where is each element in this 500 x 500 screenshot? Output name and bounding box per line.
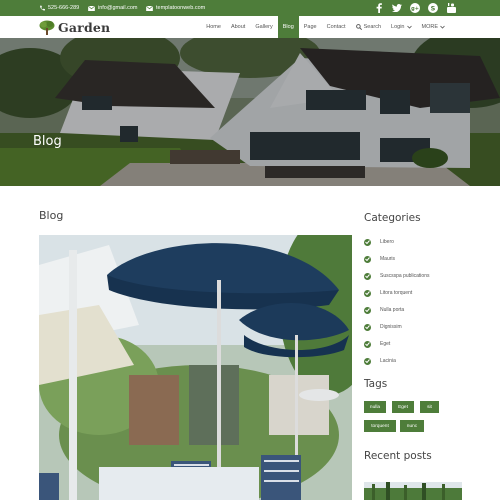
category-label: Suscsspa publications xyxy=(380,273,430,279)
check-icon xyxy=(364,357,371,365)
check-icon xyxy=(364,306,371,314)
google-plus-icon[interactable]: g+ xyxy=(410,3,420,13)
chevron-down-icon xyxy=(406,25,412,29)
category-label: Dignissim xyxy=(380,324,402,330)
nav-label: Search xyxy=(363,24,382,30)
nav-label: MORE xyxy=(421,24,439,30)
main-navbar: Garden Home About Gallery Blog Page Cont… xyxy=(0,16,500,39)
recent-post-image xyxy=(364,482,462,500)
svg-text:g+: g+ xyxy=(411,6,419,12)
category-label: Eget xyxy=(380,341,391,347)
skype-icon[interactable]: S xyxy=(428,3,438,13)
envelope-icon xyxy=(88,5,95,11)
recent-post-thumbnail[interactable] xyxy=(364,482,462,500)
youtube-icon[interactable] xyxy=(446,3,456,13)
tags-title: Tags xyxy=(364,378,388,390)
nav-more[interactable]: MORE xyxy=(417,16,451,38)
twitter-icon[interactable] xyxy=(392,3,402,13)
logo-text: Garden xyxy=(58,19,111,35)
nav-login[interactable]: Login xyxy=(386,16,416,38)
phone-text: 525-666-289 xyxy=(48,5,80,11)
category-item[interactable]: Suscsspa publications xyxy=(364,271,429,281)
tag-button[interactable]: Eget xyxy=(392,401,414,413)
blog-post-image[interactable] xyxy=(39,235,352,500)
hero-house-image xyxy=(0,38,500,186)
check-icon xyxy=(364,272,371,280)
check-icon xyxy=(364,238,371,246)
check-icon xyxy=(364,289,371,297)
nav-contact[interactable]: Contact xyxy=(322,16,351,38)
chevron-down-icon xyxy=(440,25,445,29)
phone-contact: 525-666-289 xyxy=(39,0,79,16)
nav-blog[interactable]: Blog xyxy=(277,16,299,38)
top-contact-bar: 525-666-289 info@gmail.com templatoonweb… xyxy=(0,0,500,16)
category-item[interactable]: Lacinia xyxy=(364,356,396,366)
nav-label: Home xyxy=(206,24,221,30)
phone-icon xyxy=(40,5,45,11)
nav-page[interactable]: Page xyxy=(299,16,322,38)
category-label: Lacinia xyxy=(380,358,396,364)
nav-label: Blog xyxy=(282,24,294,30)
email-text: info@gmail.com xyxy=(98,5,138,11)
website-text: templatoonweb.com xyxy=(156,5,206,11)
nav-label: Page xyxy=(303,24,317,30)
category-label: Nulla porta xyxy=(380,307,405,313)
nav-search[interactable]: Search xyxy=(351,16,386,38)
category-label: Libero xyxy=(380,239,394,245)
nav-label: About xyxy=(230,24,246,30)
check-icon xyxy=(364,323,371,331)
nav-home[interactable]: Home xyxy=(201,16,226,38)
nav-gallery[interactable]: Gallery xyxy=(250,16,277,38)
tree-logo-icon xyxy=(39,20,55,35)
envelope-icon xyxy=(146,5,153,11)
check-icon xyxy=(364,255,371,263)
hero-banner: Blog xyxy=(0,38,500,186)
categories-title: Categories xyxy=(364,212,421,224)
recent-posts-title: Recent posts xyxy=(364,450,432,462)
svg-text:S: S xyxy=(431,4,436,12)
nav-label: Login xyxy=(391,24,405,30)
site-logo[interactable]: Garden xyxy=(39,19,110,35)
category-label: Mauris xyxy=(380,256,396,262)
category-item[interactable]: Dignissim xyxy=(364,322,402,332)
hero-title: Blog xyxy=(33,134,62,149)
category-item[interactable]: Libero xyxy=(364,237,394,247)
tag-button[interactable]: torquent xyxy=(364,420,396,432)
category-item[interactable]: Mauris xyxy=(364,254,395,264)
category-item[interactable]: Nulla porta xyxy=(364,305,404,315)
tag-button[interactable]: nunc xyxy=(400,420,424,432)
category-label: Litora torquent xyxy=(380,290,413,296)
nav-label: Gallery xyxy=(255,24,273,30)
tag-button[interactable]: sit xyxy=(420,401,439,413)
website-contact[interactable]: templatoonweb.com xyxy=(146,0,205,16)
email-contact[interactable]: info@gmail.com xyxy=(88,0,138,16)
page-title: Blog xyxy=(39,209,64,222)
check-icon xyxy=(364,340,371,348)
patio-umbrella-image xyxy=(39,235,352,500)
social-links: g+ S xyxy=(366,0,456,16)
category-item[interactable]: Litora torquent xyxy=(364,288,412,298)
tag-button[interactable]: nulla xyxy=(364,401,386,413)
search-icon xyxy=(355,24,362,30)
nav-menu: Home About Gallery Blog Page Contact Sea… xyxy=(201,16,450,38)
facebook-icon[interactable] xyxy=(374,3,384,13)
nav-label: Contact xyxy=(326,24,346,30)
category-item[interactable]: Eget xyxy=(364,339,390,349)
nav-about[interactable]: About xyxy=(226,16,250,38)
